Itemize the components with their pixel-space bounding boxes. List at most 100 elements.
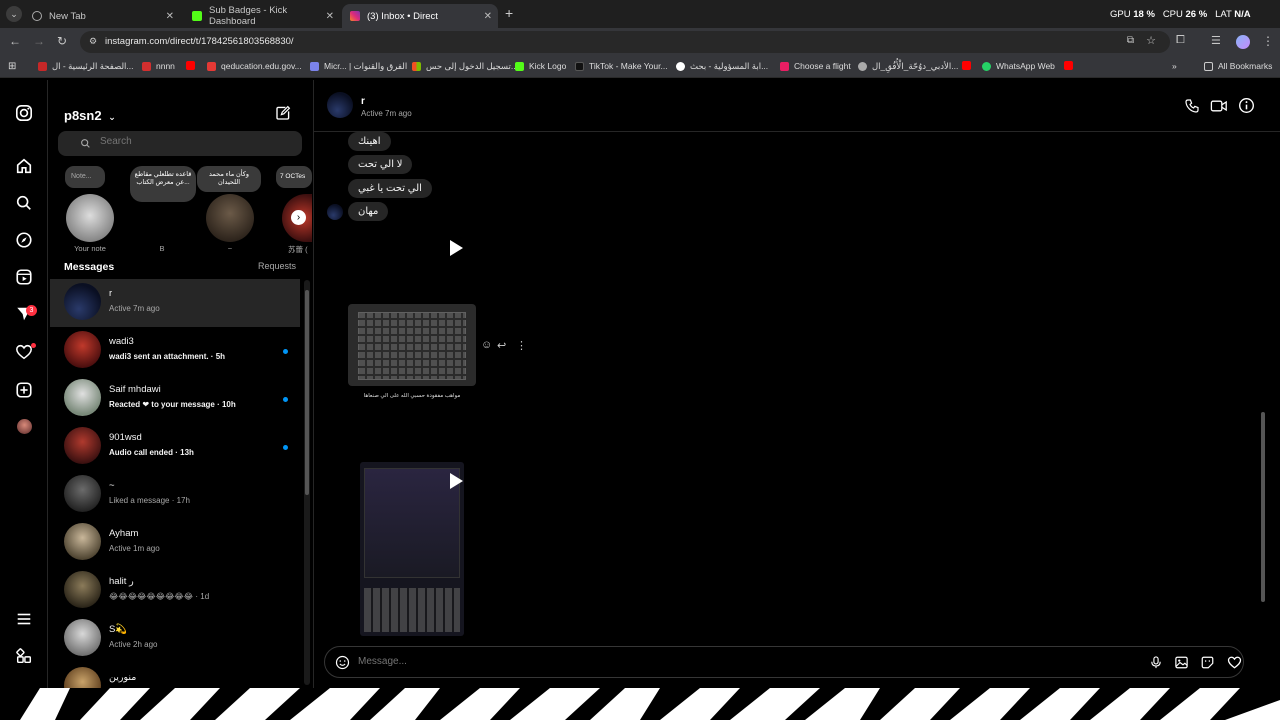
conversation-item[interactable]: Saif mhdawi Reacted ❤ to your message · … — [50, 375, 300, 423]
conversation-item[interactable]: wadi3 wadi3 sent an attachment. · 5h — [50, 327, 300, 375]
message-bubble[interactable]: اهينك — [348, 132, 391, 151]
message-bubble[interactable]: الي تحت يا غبي — [348, 179, 432, 198]
chat-scrollbar[interactable] — [1260, 134, 1266, 634]
message-input[interactable] — [358, 656, 1118, 667]
new-tab-icon[interactable]: + — [505, 5, 513, 21]
explore-icon[interactable] — [15, 231, 33, 249]
youtube-icon[interactable] — [1064, 61, 1078, 70]
conversation-item[interactable]: ~ Liked a message · 17h — [50, 471, 300, 519]
create-icon[interactable] — [15, 381, 33, 399]
avatar[interactable] — [327, 92, 353, 118]
conversation-item[interactable]: halit ﺭ 😂😂😂😂😂😂😂😂😂 · 1d — [50, 567, 300, 615]
profile-avatar[interactable] — [17, 419, 32, 434]
note-item[interactable]: وكأن ماء محمد اللحيدان ~ — [197, 166, 262, 253]
site-info-icon[interactable]: ⚙ — [89, 36, 97, 47]
notes-next-button[interactable]: › — [291, 210, 306, 225]
overflow-chevron-icon[interactable]: » — [1172, 61, 1177, 71]
emoji-icon[interactable] — [335, 655, 350, 670]
bookmark-item[interactable]: Kick Logo — [515, 61, 566, 71]
requests-link[interactable]: Requests — [258, 261, 296, 271]
video-call-icon[interactable] — [1210, 98, 1228, 114]
back-icon[interactable]: ← — [9, 34, 21, 48]
forward-icon[interactable]: → — [33, 34, 45, 48]
reply-icon[interactable]: ↩ — [497, 339, 506, 352]
also-from-meta-icon[interactable] — [15, 647, 33, 665]
conversation-preview: Reacted ❤ to your message · 10h — [109, 400, 236, 409]
video-attachment[interactable] — [348, 232, 476, 268]
tab-new-tab[interactable]: New Tab ✕ — [24, 4, 180, 28]
bookmark-label: Micr... | الفرق والقنوات — [324, 61, 408, 71]
bookmark-item[interactable]: الصفحة الرئيسية - ال... — [38, 61, 134, 72]
more-options-icon[interactable]: ⋮ — [516, 339, 527, 352]
contact-name[interactable]: r — [361, 96, 365, 107]
conversation-item[interactable]: r Active 7m ago — [50, 279, 300, 327]
site-icon — [982, 61, 991, 71]
conversation-item[interactable]: S💫 Active 2h ago — [50, 615, 300, 663]
note-item[interactable]: 7 OCTes 苏蕾 ( — [276, 166, 312, 254]
profile-avatar[interactable] — [1236, 35, 1250, 49]
cpu-value: 26 % — [1185, 9, 1208, 20]
info-icon[interactable] — [1238, 97, 1255, 114]
lat-value: N/A — [1234, 9, 1251, 20]
video-attachment[interactable] — [360, 462, 464, 636]
home-icon[interactable] — [15, 157, 33, 175]
message-bubble[interactable]: لا الي تحت — [348, 155, 413, 174]
note-item[interactable]: Note... Your note — [65, 166, 115, 253]
username-switcher[interactable]: p8sn2 ⌄ — [64, 108, 116, 123]
search-input[interactable] — [100, 136, 280, 147]
address-bar[interactable]: ⚙ instagram.com/direct/t/178425618035688… — [80, 31, 1170, 53]
close-tab-icon[interactable]: ✕ — [484, 11, 492, 22]
heart-icon[interactable] — [1227, 655, 1242, 670]
instagram-logo-icon[interactable] — [15, 104, 33, 122]
play-icon[interactable] — [450, 473, 463, 489]
apps-icon[interactable]: ⊞ — [8, 61, 16, 72]
reload-icon[interactable]: ↻ — [57, 34, 67, 48]
bookmark-item[interactable]: nnnn — [142, 61, 175, 71]
conversation-item[interactable]: Ayham Active 1m ago — [50, 519, 300, 567]
bookmark-item[interactable]: WhatsApp Web — [982, 61, 1055, 71]
all-bookmarks-button[interactable]: All Bookmarks — [1204, 61, 1272, 71]
bookmark-star-icon[interactable]: ☆ — [1146, 34, 1156, 47]
conversation-item[interactable]: منورين — [50, 663, 300, 690]
inbox-scrollbar[interactable] — [304, 280, 310, 685]
react-icon[interactable]: ☺ — [481, 339, 492, 351]
bookmark-item[interactable]: Micr... | الفرق والقنوات — [310, 61, 407, 72]
image-attachment[interactable] — [348, 304, 476, 386]
extensions-icon[interactable]: ⧠ — [1176, 34, 1185, 47]
gallery-icon[interactable] — [1174, 655, 1189, 670]
reels-icon[interactable] — [15, 268, 33, 286]
youtube-icon[interactable] — [962, 61, 976, 70]
youtube-icon[interactable] — [186, 61, 200, 70]
reading-list-icon[interactable]: ☰ — [1211, 34, 1221, 47]
bookmark-item[interactable]: qeducation.edu.gov... — [207, 61, 302, 71]
bookmark-item[interactable]: TikTok - Make Your... — [575, 61, 668, 71]
note-item[interactable]: قاعده تطلعلي مقاطع عن معرض الكتاب... B — [130, 166, 196, 253]
microphone-icon[interactable] — [1149, 655, 1163, 670]
browser-menu-icon[interactable]: ⋮ — [1262, 34, 1274, 48]
search-icon[interactable] — [15, 194, 33, 212]
bookmark-label: WhatsApp Web — [996, 61, 1055, 71]
bookmark-item[interactable]: ابة المسؤولية - بحث... — [676, 61, 768, 72]
new-message-icon[interactable] — [275, 105, 291, 121]
sticker-icon[interactable] — [1200, 655, 1215, 670]
bookmark-item[interactable]: Choose a flight — [780, 61, 851, 71]
more-menu-icon[interactable] — [15, 610, 33, 628]
conversation-item[interactable]: 901wsd Audio call ended · 13h — [50, 423, 300, 471]
tab-kick-dashboard[interactable]: Sub Badges - Kick Dashboard ✕ — [184, 4, 340, 28]
tab-search-button[interactable]: ⌄ — [6, 6, 22, 22]
play-icon[interactable] — [450, 240, 463, 256]
bookmark-item[interactable]: الأدبي_دوُحّة_الْأُفُقِ_ال... — [858, 61, 958, 72]
message-bubble[interactable]: مهان — [348, 202, 389, 221]
scrollbar-thumb[interactable] — [1261, 412, 1265, 602]
install-app-icon[interactable]: ⧉ — [1127, 35, 1134, 46]
bookmark-label: ابة المسؤولية - بحث... — [690, 61, 769, 71]
phone-icon[interactable] — [1184, 98, 1200, 114]
close-tab-icon[interactable]: ✕ — [166, 11, 174, 22]
note-text: قاعده تطلعلي مقاطع عن معرض الكتاب... — [134, 171, 192, 186]
tab-instagram-inbox[interactable]: (3) Inbox • Direct ✕ — [342, 4, 498, 28]
search-box[interactable] — [58, 131, 302, 156]
conversation-status: Active 2h ago — [109, 640, 158, 649]
scrollbar-thumb[interactable] — [305, 290, 309, 495]
close-tab-icon[interactable]: ✕ — [326, 11, 334, 22]
bookmark-item[interactable]: تسجيل الدخول إلى حس... — [412, 61, 518, 72]
